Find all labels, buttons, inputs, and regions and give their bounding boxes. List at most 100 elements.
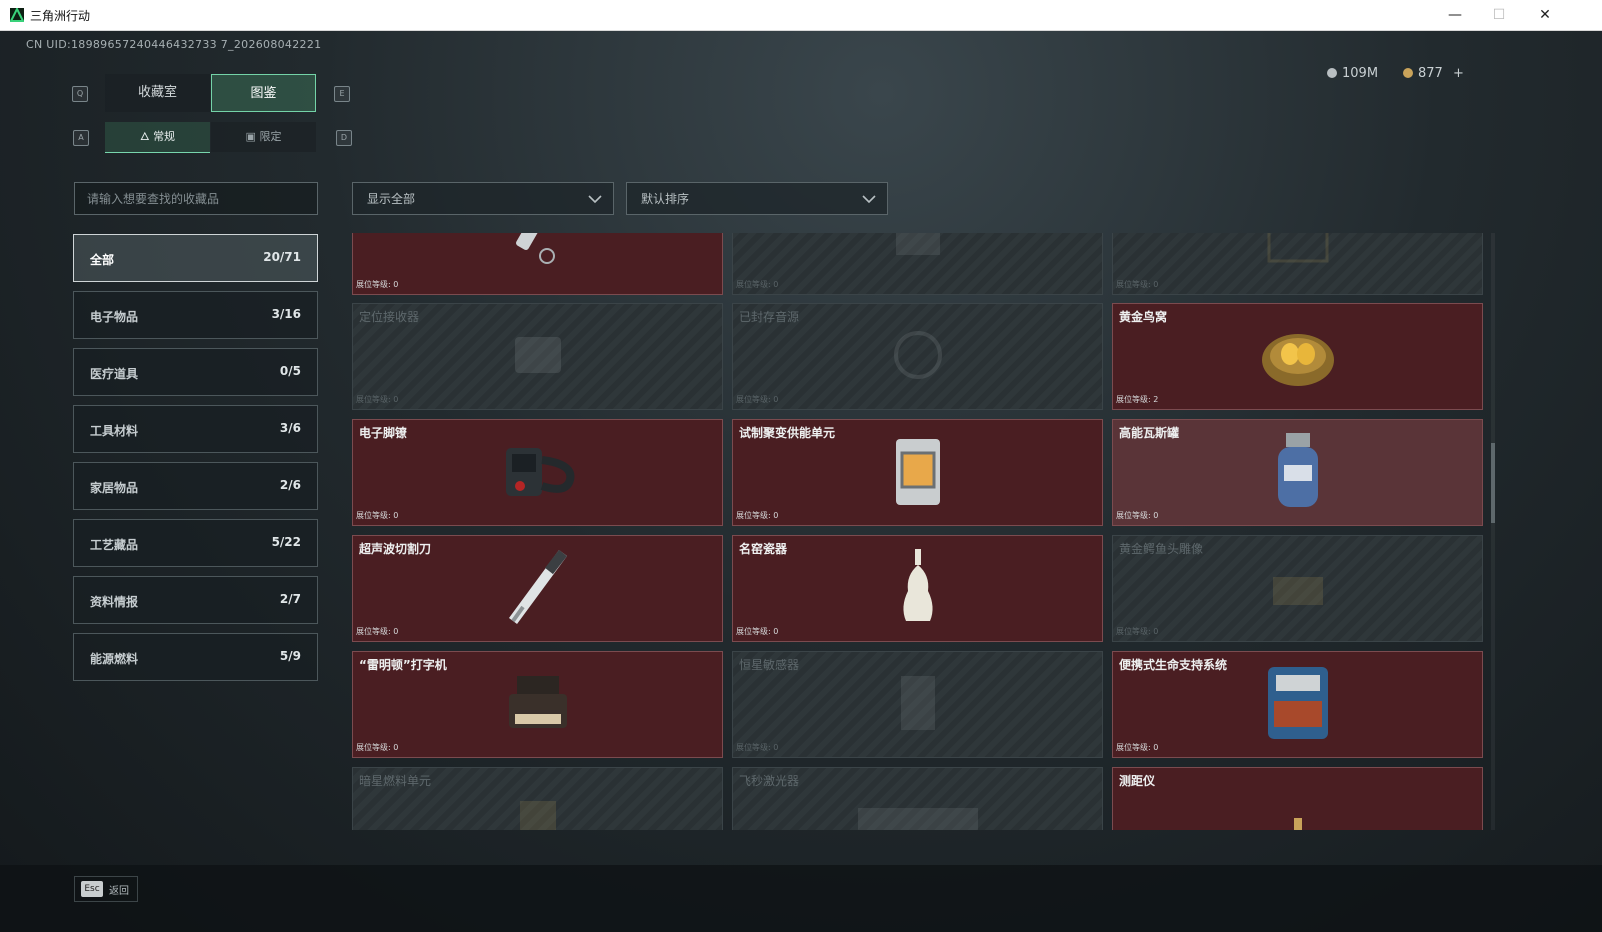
gold-coin-icon bbox=[1403, 68, 1413, 78]
item-card[interactable]: 测距仪 bbox=[1112, 767, 1483, 830]
tab-collection[interactable]: 收藏室 bbox=[105, 74, 210, 112]
item-level: 展位等级: 0 bbox=[1116, 280, 1159, 289]
item-card[interactable]: 试制聚变供能单元 展位等级: 0 bbox=[732, 419, 1103, 526]
sort-dropdown[interactable]: 默认排序 bbox=[626, 182, 888, 215]
add-currency-button[interactable]: + bbox=[1453, 66, 1464, 81]
typewriter-icon bbox=[503, 668, 573, 742]
scrollbar-thumb[interactable] bbox=[1491, 443, 1495, 523]
item-level: 展位等级: 0 bbox=[356, 280, 399, 289]
item-name: 暗星燃料单元 bbox=[359, 774, 432, 788]
item-card[interactable]: 电子脚镣 展位等级: 0 bbox=[352, 419, 723, 526]
close-button[interactable]: ✕ bbox=[1530, 4, 1560, 26]
key-hint-q: Q bbox=[72, 86, 88, 102]
item-card[interactable]: 暗星燃料单元 bbox=[352, 767, 723, 830]
gold-amount: 877 bbox=[1418, 66, 1443, 81]
item-card[interactable]: 名窑瓷器 展位等级: 0 bbox=[732, 535, 1103, 642]
flame-icon: 🜂 bbox=[139, 130, 150, 143]
back-label: 返回 bbox=[109, 886, 129, 897]
crocodile-statue-icon bbox=[1263, 557, 1333, 621]
flashlight-icon bbox=[503, 233, 573, 272]
item-card[interactable]: 超声波切割刀 展位等级: 0 bbox=[352, 535, 723, 642]
grid-scrollbar[interactable] bbox=[1491, 233, 1495, 830]
category-count: 3/6 bbox=[279, 421, 301, 435]
title-bar: 三角洲行动 — ☐ ✕ bbox=[0, 0, 1602, 31]
item-level: 展位等级: 0 bbox=[356, 511, 399, 520]
app-logo-icon bbox=[10, 8, 24, 22]
ankle-monitor-icon bbox=[498, 436, 578, 510]
minimize-button[interactable]: — bbox=[1440, 4, 1470, 26]
item-card[interactable]: 定位接收器 展位等级: 0 bbox=[352, 303, 723, 410]
item-grid: 展位等级: 0 展位等级: 0 展位等级: 0 定位接收器 展位等级: 0 已封… bbox=[352, 233, 1484, 830]
device-icon bbox=[888, 233, 948, 269]
frame-icon bbox=[1263, 233, 1333, 269]
subtab-regular[interactable]: 🜂 常规 bbox=[105, 122, 210, 153]
item-card[interactable]: 展位等级: 0 bbox=[352, 233, 723, 295]
category-electronics[interactable]: 电子物品 3/16 bbox=[73, 291, 318, 339]
category-count: 2/6 bbox=[279, 478, 301, 492]
fuel-cell-icon bbox=[508, 789, 568, 830]
item-card[interactable]: 展位等级: 0 bbox=[732, 233, 1103, 295]
silver-balance: 109M bbox=[1327, 66, 1378, 81]
item-level: 展位等级: 0 bbox=[736, 395, 779, 404]
bottom-bar bbox=[0, 865, 1602, 932]
category-all[interactable]: 全部 20/71 bbox=[73, 234, 318, 282]
search-input[interactable]: 请输入想要查找的收藏品 bbox=[74, 182, 318, 215]
category-energy[interactable]: 能源燃料 5/9 bbox=[73, 633, 318, 681]
item-level: 展位等级: 0 bbox=[356, 395, 399, 404]
item-card[interactable]: “雷明顿”打字机 展位等级: 0 bbox=[352, 651, 723, 758]
item-level: 展位等级: 0 bbox=[1116, 743, 1159, 752]
category-household[interactable]: 家居物品 2/6 bbox=[73, 462, 318, 510]
item-name: 测距仪 bbox=[1119, 774, 1156, 788]
item-level: 展位等级: 0 bbox=[736, 743, 779, 752]
item-name: 便携式生命支持系统 bbox=[1119, 658, 1228, 672]
window-title: 三角洲行动 bbox=[30, 9, 91, 23]
category-label: 能源燃料 bbox=[90, 652, 139, 666]
item-card[interactable]: 便携式生命支持系统 展位等级: 0 bbox=[1112, 651, 1483, 758]
tab-codex[interactable]: 图鉴 bbox=[211, 74, 316, 112]
item-card[interactable]: 高能瓦斯罐 展位等级: 0 bbox=[1112, 419, 1483, 526]
item-name: “雷明顿”打字机 bbox=[359, 658, 447, 672]
item-level: 展位等级: 0 bbox=[736, 511, 779, 520]
back-button[interactable]: Esc 返回 bbox=[74, 876, 138, 902]
item-name: 定位接收器 bbox=[359, 310, 420, 324]
category-count: 2/7 bbox=[279, 592, 301, 606]
ultrasonic-cutter-icon bbox=[503, 547, 573, 631]
sort-dropdown-value: 默认排序 bbox=[641, 192, 690, 206]
category-intel[interactable]: 资料情报 2/7 bbox=[73, 576, 318, 624]
category-medical[interactable]: 医疗道具 0/5 bbox=[73, 348, 318, 396]
category-label: 资料情报 bbox=[90, 595, 139, 609]
item-card[interactable]: 恒星敏感器 展位等级: 0 bbox=[732, 651, 1103, 758]
item-card[interactable]: 展位等级: 0 bbox=[1112, 233, 1483, 295]
category-tools[interactable]: 工具材料 3/6 bbox=[73, 405, 318, 453]
category-count: 0/5 bbox=[279, 364, 301, 378]
image-icon: ▣ bbox=[245, 130, 256, 143]
star-sensor-icon bbox=[883, 668, 953, 742]
item-name: 试制聚变供能单元 bbox=[739, 426, 836, 440]
category-label: 家居物品 bbox=[90, 481, 139, 495]
filter-dropdown[interactable]: 显示全部 bbox=[352, 182, 614, 215]
item-card[interactable]: 黄金鸟窝 展位等级: 2 bbox=[1112, 303, 1483, 410]
item-name: 已封存音源 bbox=[739, 310, 800, 324]
item-card[interactable]: 已封存音源 展位等级: 0 bbox=[732, 303, 1103, 410]
subtab-regular-label: 常规 bbox=[153, 130, 176, 143]
category-label: 医疗道具 bbox=[90, 367, 139, 381]
item-name: 黄金鸟窝 bbox=[1119, 310, 1168, 324]
rangefinder-icon bbox=[1283, 810, 1313, 830]
life-support-icon bbox=[1260, 661, 1336, 749]
receiver-icon bbox=[503, 325, 573, 389]
item-card[interactable]: 黄金鳄鱼头雕像 展位等级: 0 bbox=[1112, 535, 1483, 642]
item-level: 展位等级: 0 bbox=[736, 627, 779, 636]
subtab-limited[interactable]: ▣ 限定 bbox=[211, 122, 316, 152]
item-name: 名窑瓷器 bbox=[739, 542, 788, 556]
item-level: 展位等级: 0 bbox=[1116, 627, 1159, 636]
category-label: 电子物品 bbox=[90, 310, 139, 324]
category-count: 20/71 bbox=[263, 250, 301, 264]
category-count: 3/16 bbox=[271, 307, 301, 321]
category-crafts[interactable]: 工艺藏品 5/22 bbox=[73, 519, 318, 567]
fusion-cell-icon bbox=[886, 431, 950, 515]
item-card[interactable]: 飞秒激光器 bbox=[732, 767, 1103, 830]
category-label: 全部 bbox=[90, 253, 115, 267]
esc-key-hint: Esc bbox=[81, 881, 103, 897]
sound-source-icon bbox=[888, 325, 948, 389]
maximize-button[interactable]: ☐ bbox=[1484, 4, 1514, 26]
